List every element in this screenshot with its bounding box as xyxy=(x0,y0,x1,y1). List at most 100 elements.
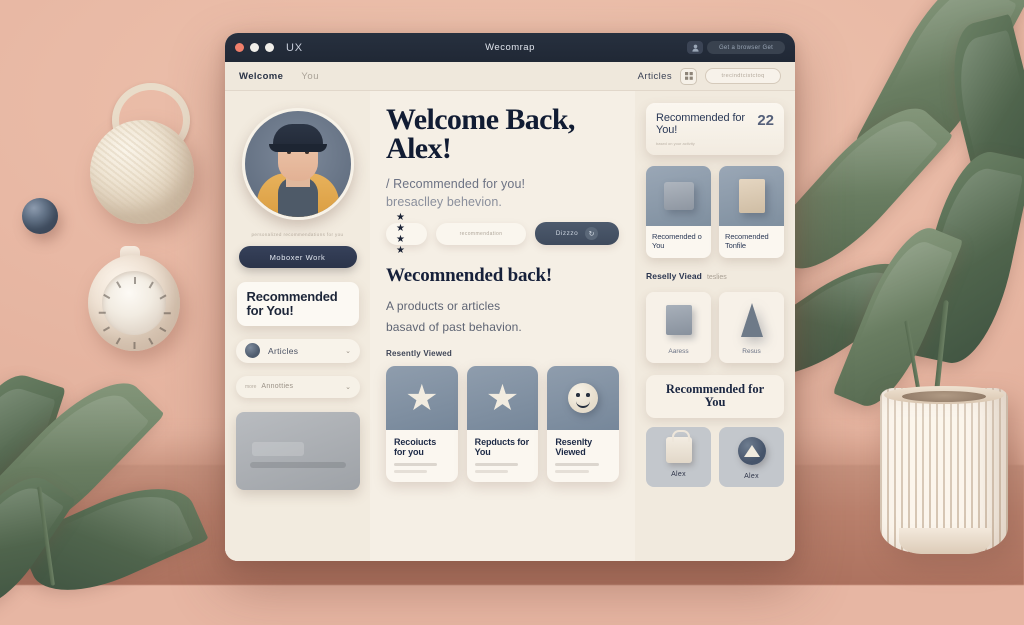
card-body: Recomended Tonfile xyxy=(719,226,784,258)
maximize-button[interactable] xyxy=(265,43,274,52)
badge-icon xyxy=(737,437,766,466)
sidebar-row-prefix: more xyxy=(245,383,257,390)
product-card[interactable]: Recomended Tonfile xyxy=(719,165,784,258)
section-subtitle-line2: basavd of past behavion. xyxy=(386,319,522,334)
cta-button[interactable]: Dizzzo ↻ xyxy=(535,222,619,246)
card-image xyxy=(719,165,784,226)
recommendation-chip[interactable]: recommendation xyxy=(436,222,526,245)
shopping-bag-icon xyxy=(665,430,692,464)
toolbar-search-pill[interactable]: trecindtcistctoq xyxy=(705,68,781,84)
promo-card[interactable]: Recommended for You! xyxy=(236,282,359,326)
star-icon xyxy=(407,383,437,411)
recently-viewed-header: Reselly Viead teslies xyxy=(646,271,784,281)
card-image xyxy=(547,366,620,431)
browser-window: UX Wecomrap Get a browser Get Welcome Yo… xyxy=(225,33,795,561)
vase-opening xyxy=(902,391,986,402)
card-label: Alex xyxy=(671,471,686,479)
card-image xyxy=(386,366,458,431)
hero-subtitle: / Recommended for you! bresaclley behevi… xyxy=(386,175,619,211)
grid-icon[interactable] xyxy=(680,67,697,85)
card-placeholder-line xyxy=(394,470,428,474)
sidebar-row-annotties[interactable]: more Annotties ⌄ xyxy=(236,375,360,398)
app-toolbar: Welcome You Articles trecindtcistctoq xyxy=(225,62,795,91)
card-placeholder-line xyxy=(555,470,589,474)
preview-placeholder-block xyxy=(252,441,304,456)
circle-avatar-icon xyxy=(245,343,260,359)
hero-subtitle-line2: bresaclley behevion. xyxy=(386,194,502,209)
bottom-card[interactable]: Alex xyxy=(646,427,711,488)
card-placeholder-line xyxy=(555,463,599,467)
rating-row: ★ ★ ★ ★ recommendation Dizzzo ↻ xyxy=(386,212,619,256)
tab-welcome[interactable]: Welcome xyxy=(239,71,283,82)
card-image xyxy=(466,366,539,431)
star-rating: ★ ★ ★ ★ xyxy=(396,211,407,256)
recommended-count-badge: 22 xyxy=(757,112,774,129)
box-icon xyxy=(665,304,692,335)
card-image xyxy=(719,291,784,348)
card-title: Repducts for You xyxy=(474,437,529,458)
media-preview-box[interactable] xyxy=(236,411,360,490)
card-label: Alex xyxy=(744,473,759,481)
user-avatar[interactable] xyxy=(241,108,354,220)
left-sidebar: personalized recommendations for you Mob… xyxy=(225,91,370,561)
recommended-header-title: Recommended for You! xyxy=(656,112,745,137)
section-subtitle: A products or articles basavd of past be… xyxy=(386,296,619,337)
card-image xyxy=(646,291,711,348)
recommended-header-sub: based on your activity xyxy=(656,140,695,146)
right-sidebar: Recommended for You! based on your activ… xyxy=(635,91,795,561)
card-body: Repducts for You xyxy=(467,430,539,482)
primary-action-button[interactable]: Moboxer Work xyxy=(238,246,357,268)
card-label: Resus xyxy=(742,347,761,355)
subsection-title: Resently Viewed xyxy=(386,349,452,359)
content-card[interactable]: Repducts for You xyxy=(466,366,539,483)
content-card[interactable]: Recoiucts for you xyxy=(386,366,458,483)
cone-icon xyxy=(740,302,763,337)
section-title: Wecomnended back! xyxy=(386,265,553,287)
bottom-card-grid: Alex Alex xyxy=(646,427,784,488)
card-body: Resenlty Viewed xyxy=(547,430,619,482)
bottom-card[interactable]: Alex xyxy=(719,427,784,488)
preview-placeholder-bar xyxy=(250,461,346,468)
yarn-ball-decoration xyxy=(90,120,194,224)
small-sphere-decoration xyxy=(22,198,58,234)
recently-viewed-card[interactable]: Aaress xyxy=(646,291,711,363)
card-label: Aaress xyxy=(668,347,689,355)
app-name: UX xyxy=(286,41,303,54)
card-image xyxy=(646,165,711,226)
app-body: personalized recommendations for you Mob… xyxy=(225,91,795,561)
rating-chip[interactable]: ★ ★ ★ ★ xyxy=(386,212,427,256)
main-content: Welcome Back, Alex! / Recommended for yo… xyxy=(370,91,635,561)
sidebar-row-articles[interactable]: Articles ⌄ xyxy=(236,338,360,363)
smiley-icon xyxy=(568,383,599,414)
card-title: Recomended o You xyxy=(652,231,702,250)
recently-viewed-grid: Aaress Resus xyxy=(646,291,784,363)
product-card[interactable]: Recomended o You xyxy=(646,165,711,258)
card-title: Recomended Tonfile xyxy=(725,231,769,250)
card-title: Recoiucts for you xyxy=(394,437,437,458)
close-button[interactable] xyxy=(235,43,244,52)
titlebar-search-pill[interactable]: Get a browser Get xyxy=(707,41,785,54)
card-placeholder-line xyxy=(394,463,438,467)
recommended-header-card[interactable]: Recommended for You! based on your activ… xyxy=(646,103,784,155)
content-card[interactable]: Resenlty Viewed xyxy=(547,366,620,483)
card-grid: Recoiucts for you Repducts for You Resen… xyxy=(386,366,620,483)
avatar-caption: personalized recommendations for you xyxy=(251,232,344,237)
card-title: Resenlty Viewed xyxy=(555,437,593,458)
card-body: Recomended o You xyxy=(646,226,711,258)
chevron-down-icon[interactable]: ⌄ xyxy=(345,347,351,355)
minimize-button[interactable] xyxy=(250,43,259,52)
recently-viewed-card[interactable]: Resus xyxy=(719,291,784,363)
sidebar-row-label: Articles xyxy=(268,345,299,356)
card-body: Recoiucts for you xyxy=(386,430,458,482)
sidebar-row-label: Annotties xyxy=(261,383,294,391)
recommended-promo-title: Recommended for You xyxy=(646,374,784,419)
chevron-down-icon[interactable]: ⌄ xyxy=(345,383,351,391)
section-subtitle-line1: A products or articles xyxy=(386,299,501,314)
titlebar-actions: Get a browser Get xyxy=(687,41,785,54)
recommended-card-grid: Recomended o You Recomended Tonfile xyxy=(646,165,784,258)
square-icon xyxy=(663,181,694,210)
refresh-icon: ↻ xyxy=(585,227,599,241)
toolbar-articles-label[interactable]: Articles xyxy=(638,71,672,82)
profile-icon[interactable] xyxy=(687,41,703,54)
tab-you[interactable]: You xyxy=(301,71,319,82)
